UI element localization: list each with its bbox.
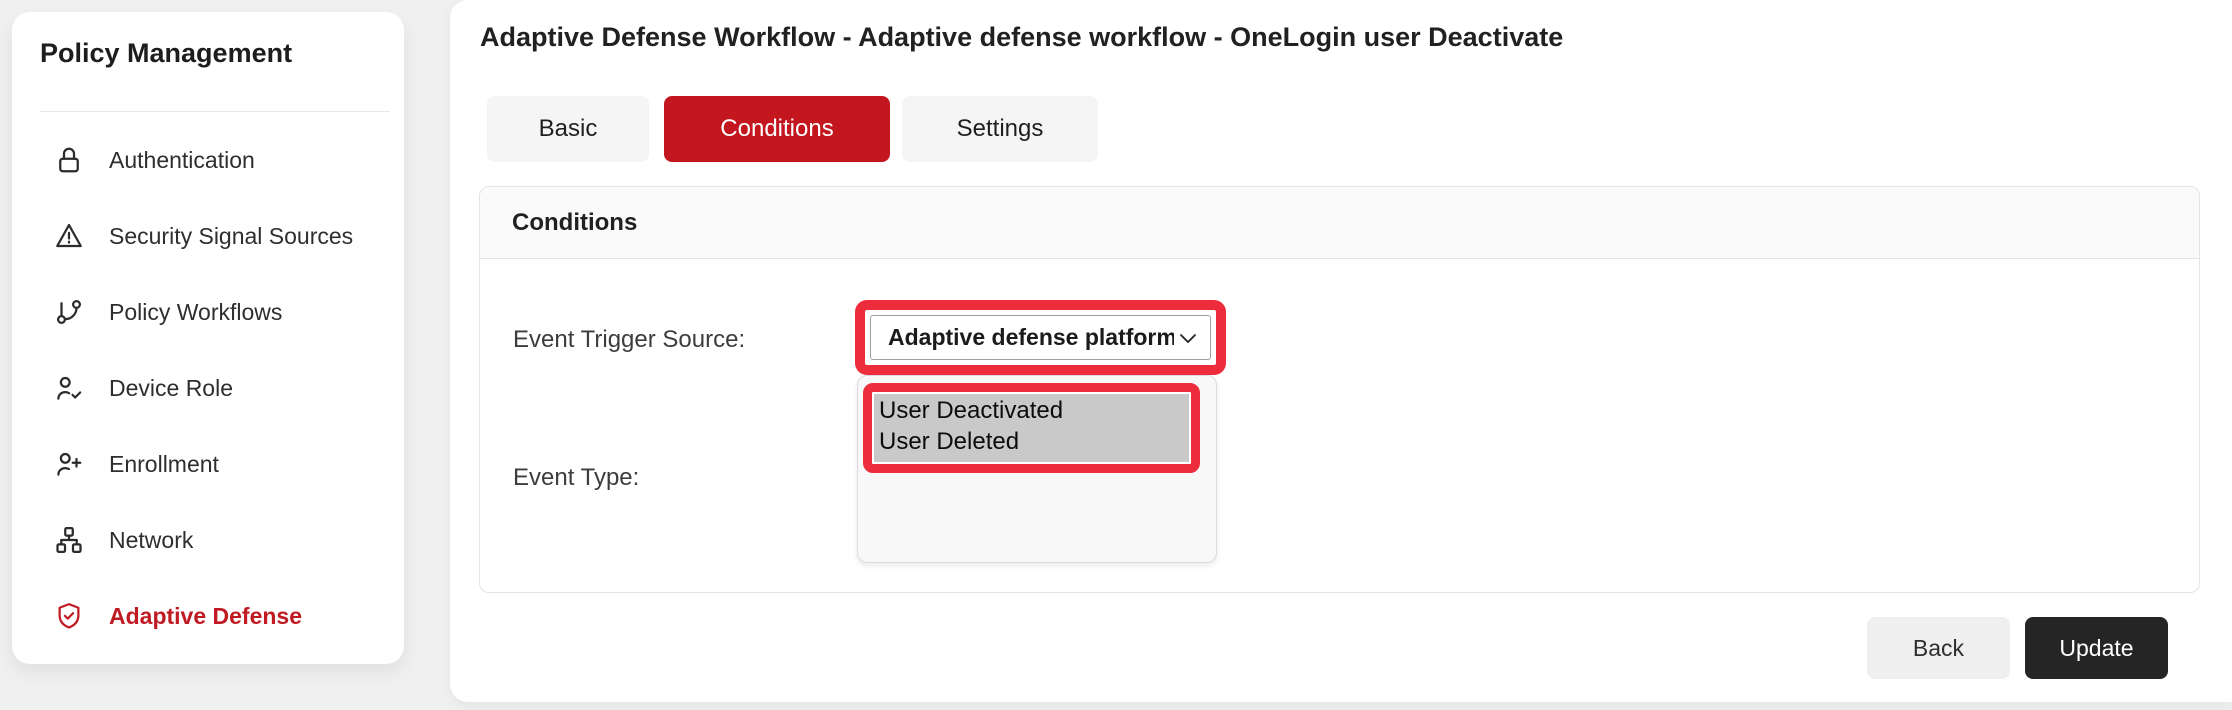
sidebar-nav: Authentication Security Signal Sources	[12, 122, 404, 654]
sidebar-item-label: Security Signal Sources	[109, 223, 353, 250]
chevron-down-icon	[1174, 324, 1202, 352]
sidebar-item-label: Network	[109, 527, 193, 554]
conditions-panel-header: Conditions	[480, 187, 2199, 259]
sidebar-item-device-role[interactable]: Device Role	[12, 350, 404, 426]
sidebar-divider	[40, 111, 390, 112]
tab-settings[interactable]: Settings	[902, 96, 1098, 162]
sidebar-item-label: Enrollment	[109, 451, 219, 478]
highlight-annotation-options: User Deactivated User Deleted	[863, 383, 1200, 473]
sidebar-item-enrollment[interactable]: Enrollment	[12, 426, 404, 502]
person-check-icon	[54, 373, 84, 403]
network-icon	[54, 525, 84, 555]
person-plus-icon	[54, 449, 84, 479]
lock-icon	[54, 145, 84, 175]
event-trigger-source-value: Adaptive defense platform (	[888, 324, 1174, 351]
tab-bar: Basic Conditions Settings	[487, 96, 1098, 162]
sidebar: Policy Management Authentication Securit…	[12, 12, 404, 664]
sidebar-item-label: Authentication	[109, 147, 255, 174]
sidebar-title: Policy Management	[40, 38, 292, 69]
sidebar-item-adaptive-defense[interactable]: Adaptive Defense	[12, 578, 404, 654]
tab-conditions[interactable]: Conditions	[664, 96, 890, 162]
highlight-annotation-select: Adaptive defense platform (	[855, 300, 1226, 375]
sidebar-item-security-signal-sources[interactable]: Security Signal Sources	[12, 198, 404, 274]
event-type-option-user-deactivated[interactable]: User Deactivated	[879, 395, 1189, 426]
event-type-label: Event Type:	[513, 464, 639, 492]
main-content: Adaptive Defense Workflow - Adaptive def…	[450, 0, 2232, 702]
sidebar-item-label: Policy Workflows	[109, 299, 282, 326]
app-root: Policy Management Authentication Securit…	[0, 0, 2232, 710]
sidebar-item-label: Device Role	[109, 375, 233, 402]
sidebar-item-policy-workflows[interactable]: Policy Workflows	[12, 274, 404, 350]
tab-basic[interactable]: Basic	[487, 96, 649, 162]
sidebar-item-authentication[interactable]: Authentication	[12, 122, 404, 198]
sidebar-item-network[interactable]: Network	[12, 502, 404, 578]
event-type-selected-options: User Deactivated User Deleted	[874, 394, 1189, 462]
event-trigger-source-label: Event Trigger Source:	[513, 326, 745, 354]
back-button[interactable]: Back	[1867, 617, 2010, 679]
shield-check-icon	[54, 601, 84, 631]
update-button[interactable]: Update	[2025, 617, 2168, 679]
warning-icon	[54, 221, 84, 251]
page-title: Adaptive Defense Workflow - Adaptive def…	[480, 22, 1563, 53]
conditions-panel: Conditions Event Trigger Source: Adaptiv…	[479, 186, 2200, 593]
workflow-icon	[54, 297, 84, 327]
event-type-option-user-deleted[interactable]: User Deleted	[879, 426, 1189, 457]
sidebar-item-label: Adaptive Defense	[109, 603, 302, 630]
event-trigger-source-select[interactable]: Adaptive defense platform (	[870, 315, 1211, 360]
